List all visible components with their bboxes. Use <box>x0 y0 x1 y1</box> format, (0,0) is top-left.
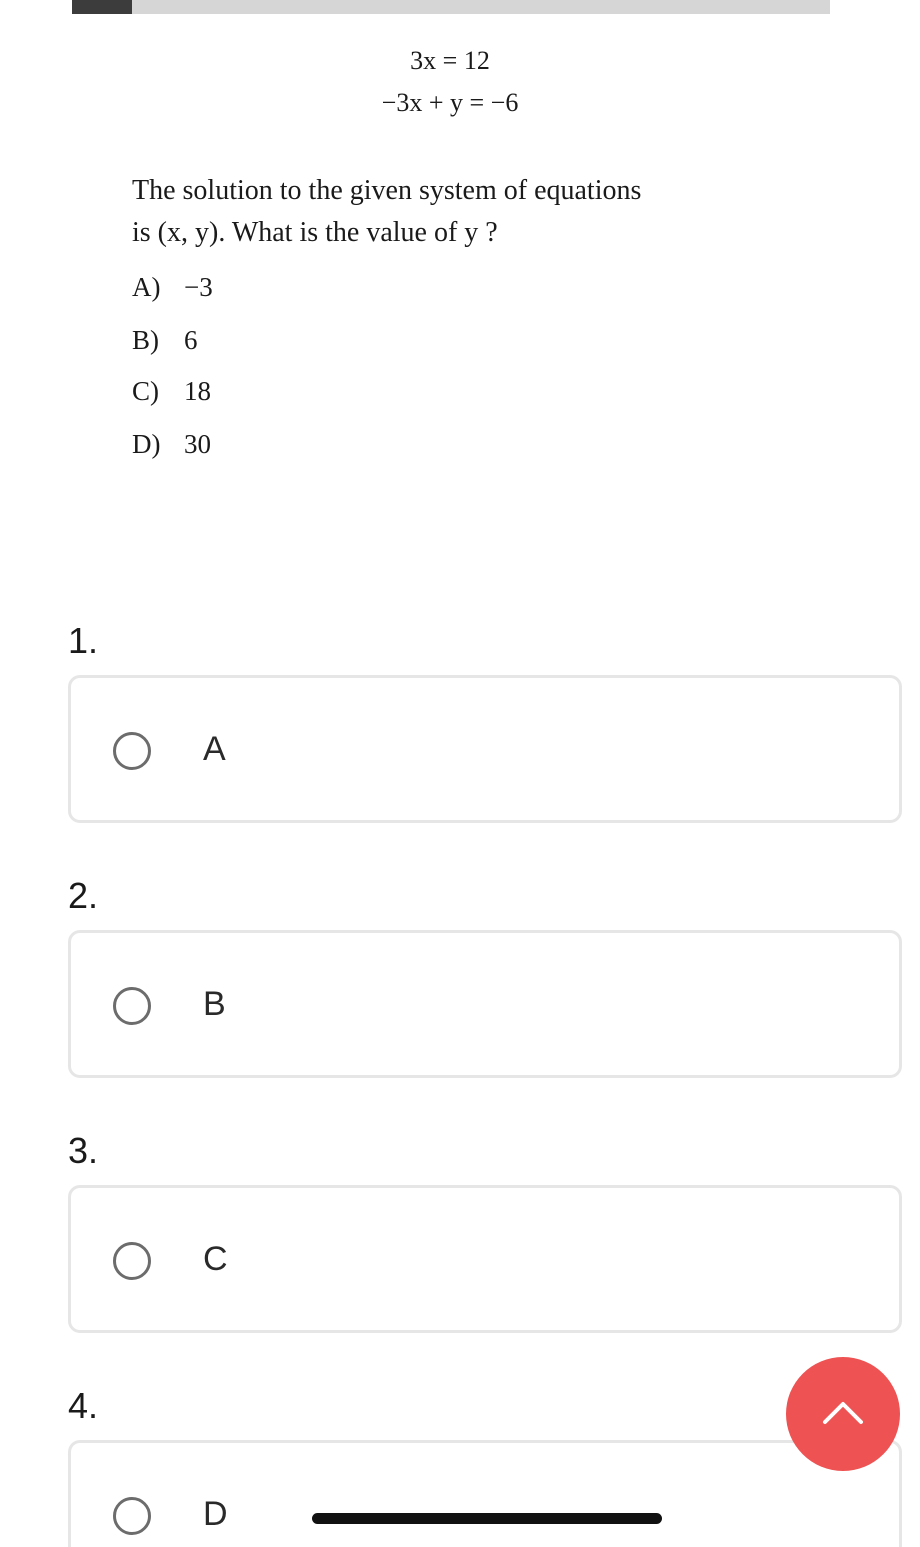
question-line-2: is (x, y). What is the value of y ? <box>132 217 498 248</box>
option-label: D <box>203 1495 228 1533</box>
question-number-1: 1. <box>68 620 99 661</box>
choice-c: C) 18 <box>132 376 211 407</box>
choice-value: −3 <box>184 272 213 302</box>
scroll-to-top-button[interactable] <box>786 1357 900 1471</box>
progress-indicator <box>72 0 132 14</box>
equation-1: 3x = 12 <box>410 46 490 75</box>
choice-b: B) 6 <box>132 325 198 356</box>
option-card-d[interactable]: D <box>68 1440 902 1547</box>
question-text: The solution to the given system of equa… <box>132 170 752 254</box>
choice-letter: A) <box>132 272 161 302</box>
question-number-4: 4. <box>68 1385 99 1426</box>
choice-value: 30 <box>184 429 211 459</box>
radio-button[interactable] <box>113 1242 151 1280</box>
choice-value: 18 <box>184 376 211 406</box>
choice-a: A) −3 <box>132 272 213 303</box>
equation-2: −3x + y = −6 <box>381 88 519 117</box>
radio-button[interactable] <box>113 987 151 1025</box>
choice-value: 6 <box>184 325 198 355</box>
question-number-2: 2. <box>68 875 99 916</box>
chevron-up-icon <box>823 1402 863 1424</box>
option-card-b[interactable]: B <box>68 930 902 1078</box>
choice-d: D) 30 <box>132 429 211 460</box>
option-label: C <box>203 1240 228 1278</box>
option-label: A <box>203 730 226 768</box>
home-indicator[interactable] <box>312 1513 662 1524</box>
option-card-c[interactable]: C <box>68 1185 902 1333</box>
option-label: B <box>203 985 226 1023</box>
progress-bar <box>72 0 830 14</box>
choice-letter: D) <box>132 429 161 459</box>
radio-button[interactable] <box>113 1497 151 1535</box>
choice-letter: B) <box>132 325 159 355</box>
question-number-3: 3. <box>68 1130 99 1171</box>
option-card-a[interactable]: A <box>68 675 902 823</box>
radio-button[interactable] <box>113 732 151 770</box>
choice-letter: C) <box>132 376 159 406</box>
question-line-1: The solution to the given system of equa… <box>132 175 642 206</box>
